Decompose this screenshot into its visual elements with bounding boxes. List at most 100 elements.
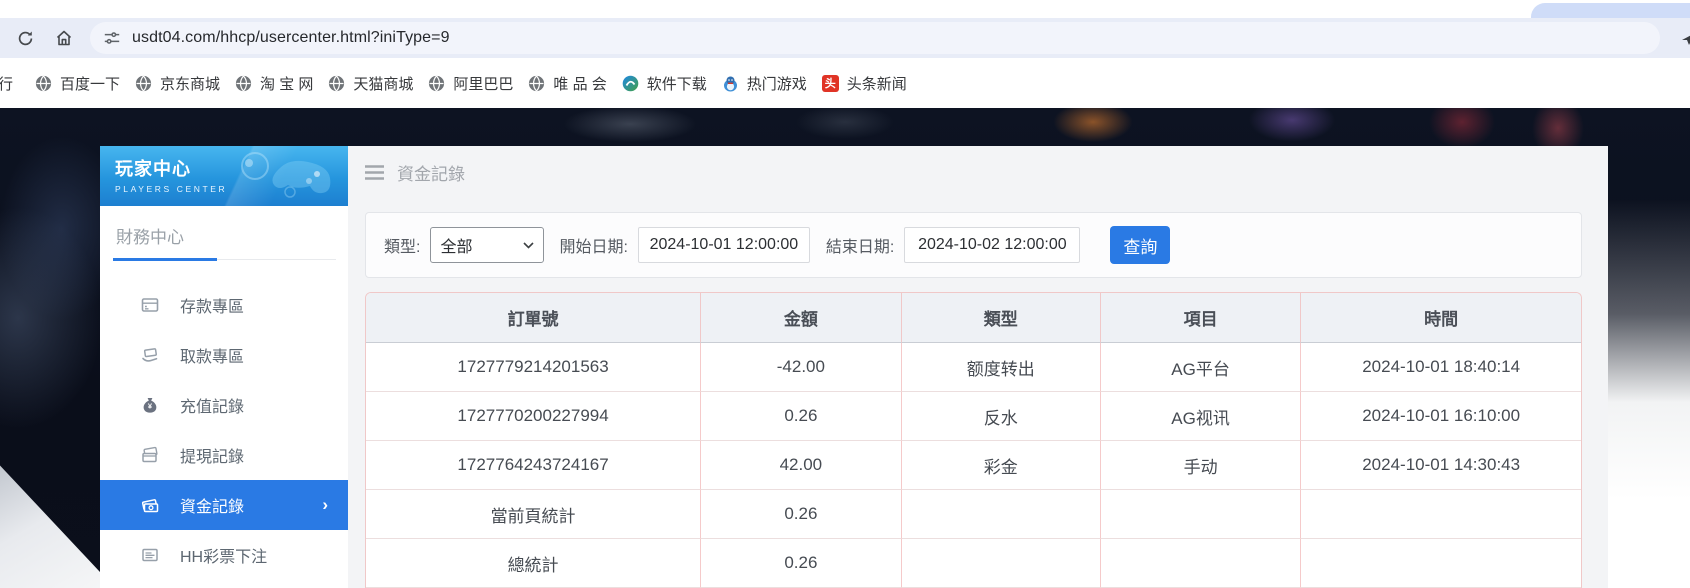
col-header-time: 時間 [1300, 293, 1581, 343]
sidebar: 玩家中心 PLAYERS CENTER 財務中心 [100, 146, 348, 588]
finance-center-section: 財務中心 [100, 206, 348, 259]
tab-strip [0, 0, 1690, 18]
end-date-label: 結束日期: [826, 233, 894, 257]
cell-order: 1727770200227994 [366, 392, 700, 441]
recharge-record-icon: ¥ [138, 395, 162, 415]
globe-icon [428, 75, 445, 92]
table-row: 1727770200227994 0.26 反水 AG视讯 2024-10-01… [366, 392, 1581, 441]
browser-tab[interactable] [1531, 3, 1690, 18]
sidebar-item-withdraw[interactable]: 取款專區 [100, 330, 348, 380]
bookmark-jd[interactable]: 京东商城 [135, 73, 220, 94]
reload-button[interactable] [12, 25, 38, 51]
sidebar-banner: 玩家中心 PLAYERS CENTER [100, 146, 348, 206]
menu-toggle-icon[interactable] [365, 165, 384, 180]
sidebar-item-lottery-bet[interactable]: HH彩票下注 [100, 530, 348, 580]
globe-icon [528, 75, 545, 92]
home-icon [54, 28, 74, 48]
cell-type: 额度转出 [901, 343, 1100, 392]
gamepad-icon [225, 150, 340, 202]
reload-icon [16, 29, 35, 48]
summary-label: 當前頁統計 [366, 490, 700, 539]
bookmark-toutiao[interactable]: 头 头条新闻 [822, 73, 907, 94]
main-content: 資金記錄 類型: 全部 開始日期: 2024-10-01 12:00:00 結束… [348, 146, 1608, 588]
content-panel: 玩家中心 PLAYERS CENTER 財務中心 [100, 146, 1608, 588]
bookmark-alibaba[interactable]: 阿里巴巴 [428, 73, 513, 94]
sidebar-item-funds-record[interactable]: 資金記錄 › [100, 480, 348, 530]
chevron-down-icon [523, 242, 534, 249]
table-row: 1727779214201563 -42.00 额度转出 AG平台 2024-1… [366, 343, 1581, 392]
toutiao-icon: 头 [822, 75, 839, 92]
cell-time: 2024-10-01 14:30:43 [1300, 441, 1581, 490]
penguin-game-icon [722, 75, 739, 92]
bookmark-software[interactable]: 软件下载 [622, 73, 707, 94]
col-header-type: 類型 [901, 293, 1100, 343]
globe-icon [328, 75, 345, 92]
main-header: 資金記錄 [365, 150, 1582, 194]
start-date-label: 開始日期: [559, 233, 627, 257]
page-background: 玩家中心 PLAYERS CENTER 財務中心 [0, 108, 1690, 588]
type-select[interactable]: 全部 [430, 227, 544, 263]
cashout-record-icon [138, 445, 162, 465]
summary-label: 總統計 [366, 539, 700, 588]
bookmarks-bar: 行 百度一下 京东商城 淘 宝 网 天猫商城 阿里巴巴 唯 品 会 [0, 58, 1690, 108]
summary-row-current-page: 當前頁統計 0.26 [366, 490, 1581, 539]
cell-type: 彩金 [901, 441, 1100, 490]
globe-icon [235, 75, 252, 92]
start-date-input[interactable]: 2024-10-01 12:00:00 [638, 227, 810, 263]
cell-item: AG视讯 [1100, 392, 1300, 441]
table-header-row: 訂單號 金額 類型 項目 時間 [366, 293, 1581, 343]
background-right-fade [1608, 146, 1690, 588]
chevron-right-icon: › [322, 495, 328, 515]
bookmark-partial[interactable]: 行 [0, 73, 13, 94]
bookmark-vip[interactable]: 唯 品 会 [528, 73, 606, 94]
cell-time: 2024-10-01 16:10:00 [1300, 392, 1581, 441]
background-light-wedge [0, 413, 115, 588]
lottery-bet-icon [138, 545, 162, 565]
site-settings-icon[interactable] [103, 29, 121, 47]
bookmark-taobao[interactable]: 淘 宝 网 [235, 73, 313, 94]
software-download-icon [622, 75, 639, 92]
summary-amount: 0.26 [700, 490, 900, 539]
cell-time: 2024-10-01 18:40:14 [1300, 343, 1581, 392]
bookmark-tmall[interactable]: 天猫商城 [328, 73, 413, 94]
deposit-icon [138, 295, 162, 315]
cell-item: AG平台 [1100, 343, 1300, 392]
summary-row-total: 總統計 0.26 [366, 539, 1581, 588]
url-text[interactable]: usdt04.com/hhcp/usercenter.html?iniType=… [132, 29, 450, 47]
sidebar-item-deposit[interactable]: 存款專區 [100, 280, 348, 330]
summary-amount: 0.26 [700, 539, 900, 588]
cell-type: 反水 [901, 392, 1100, 441]
cell-order: 1727779214201563 [366, 343, 700, 392]
bookmark-games[interactable]: 热门游戏 [722, 73, 807, 94]
col-header-amount: 金額 [700, 293, 900, 343]
browser-toolbar: usdt04.com/hhcp/usercenter.html?iniType=… [0, 18, 1690, 58]
col-header-order: 訂單號 [366, 293, 700, 343]
cell-amount: 42.00 [700, 441, 900, 490]
funds-record-icon [138, 495, 162, 515]
globe-icon [35, 75, 52, 92]
cell-amount: 0.26 [700, 392, 900, 441]
sidebar-item-recharge-record[interactable]: ¥ 充值記錄 [100, 380, 348, 430]
cell-order: 1727764243724167 [366, 441, 700, 490]
filter-card: 類型: 全部 開始日期: 2024-10-01 12:00:00 結束日期: 2… [365, 212, 1582, 278]
search-button[interactable]: 查詢 [1110, 226, 1170, 264]
type-label: 類型: [384, 233, 420, 257]
sidebar-item-cashout-record[interactable]: 提現記錄 [100, 430, 348, 480]
funds-table: 訂單號 金額 類型 項目 時間 1727779214201563 -42.00 [365, 292, 1582, 588]
withdraw-icon [138, 345, 162, 365]
browser-window: usdt04.com/hhcp/usercenter.html?iniType=… [0, 0, 1690, 588]
url-bar[interactable]: usdt04.com/hhcp/usercenter.html?iniType=… [90, 22, 1660, 54]
cell-item: 手动 [1100, 441, 1300, 490]
partial-toolbar-icon[interactable] [1681, 31, 1690, 52]
col-header-item: 項目 [1100, 293, 1300, 343]
table-row: 1727764243724167 42.00 彩金 手动 2024-10-01 … [366, 441, 1581, 490]
home-button[interactable] [51, 25, 77, 51]
page-title: 資金記錄 [397, 160, 465, 185]
globe-icon [135, 75, 152, 92]
type-select-value: 全部 [440, 233, 472, 257]
sidebar-menu: 存款專區 取款專區 ¥ 充值記錄 [100, 268, 348, 580]
cell-amount: -42.00 [700, 343, 900, 392]
end-date-input[interactable]: 2024-10-02 12:00:00 [904, 227, 1080, 263]
bookmark-baidu[interactable]: 百度一下 [35, 73, 120, 94]
section-underline [113, 259, 336, 260]
